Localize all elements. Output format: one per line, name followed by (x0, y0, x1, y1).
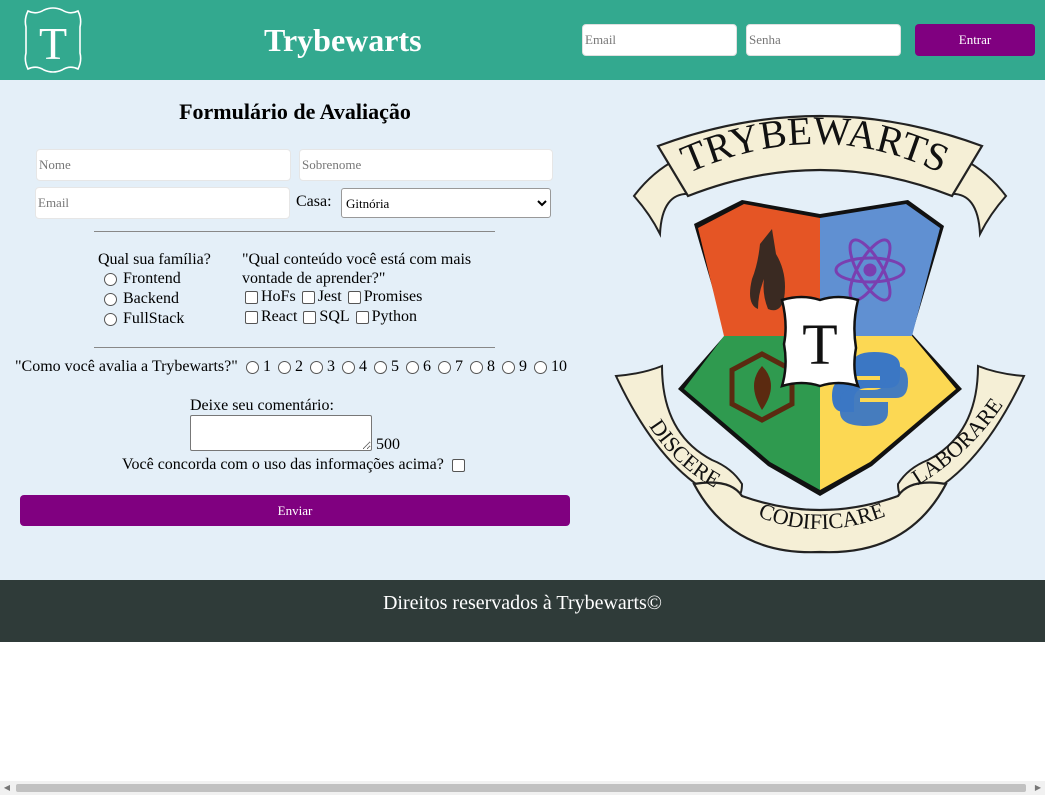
content-row-2: React SQL Python (245, 307, 417, 327)
rating-option-9[interactable]: 9 (502, 358, 527, 376)
family-label: FullStack (123, 310, 185, 327)
site-title: Trybewarts (264, 22, 422, 58)
content-checkbox[interactable] (303, 310, 317, 324)
logo-letter: T (39, 18, 67, 69)
content-option-react[interactable]: React (245, 307, 297, 327)
form-title: Formulário de Avaliação (179, 99, 411, 124)
family-label: Backend (123, 290, 179, 307)
rating-radio[interactable] (470, 360, 483, 374)
scroll-left-icon[interactable]: ◀ (0, 781, 14, 795)
footer-text: Direitos reservados à Trybewarts© (382, 592, 663, 614)
content-checkbox[interactable] (347, 290, 361, 304)
content-checkbox[interactable] (245, 310, 258, 324)
content-label: Python (371, 308, 417, 325)
rating-radio[interactable] (438, 360, 451, 374)
footer: Direitos reservados à Trybewarts© (0, 580, 1045, 642)
rating-label: 6 (423, 358, 431, 375)
login-password-input[interactable] (746, 24, 901, 56)
content-label: React (261, 308, 298, 325)
horizontal-scrollbar[interactable]: ◀ ▶ (0, 781, 1045, 795)
content-checkbox[interactable] (301, 290, 315, 304)
family-radio[interactable] (104, 272, 117, 286)
comment-textarea[interactable] (190, 415, 372, 451)
rating-option-3[interactable]: 3 (310, 358, 335, 376)
rating-options: 1 2 3 4 5 6 7 8 9 10 (246, 358, 574, 376)
rating-radio[interactable] (342, 360, 355, 374)
rating-radio[interactable] (310, 360, 323, 374)
rating-option-6[interactable]: 6 (406, 358, 431, 376)
rating-option-2[interactable]: 2 (278, 358, 303, 376)
rating-radio[interactable] (406, 360, 419, 374)
rating-radio[interactable] (534, 360, 547, 374)
rating-radio[interactable] (278, 360, 291, 374)
rating-option-5[interactable]: 5 (374, 358, 399, 376)
content-question-line1: "Qual conteúdo você está com mais (242, 251, 472, 268)
content-label: SQL (319, 308, 350, 325)
rating-question: "Como você avalia a Trybewarts?" (15, 358, 238, 375)
email-input[interactable] (35, 187, 290, 219)
char-counter: 500 (376, 436, 400, 453)
rating-label: 5 (391, 358, 399, 375)
rating-option-4[interactable]: 4 (342, 358, 367, 376)
content-label: Promises (363, 288, 423, 305)
rating-label: 7 (455, 358, 463, 375)
family-label: Frontend (123, 270, 181, 287)
comment-label: Deixe seu comentário: (190, 397, 334, 414)
family-question: Qual sua família? (98, 251, 211, 268)
scrollbar-thumb[interactable] (16, 784, 1026, 792)
content-option-jest[interactable]: Jest (301, 287, 342, 307)
main-content: Formulário de Avaliação Casa: Gitnória Q… (0, 80, 1045, 580)
rating-label: 8 (487, 358, 495, 375)
divider (94, 347, 495, 348)
content-label: Jest (317, 288, 342, 305)
crest-center-letter: T (802, 312, 837, 377)
rating-option-7[interactable]: 7 (438, 358, 463, 376)
rating-radio[interactable] (502, 360, 515, 374)
rating-option-1[interactable]: 1 (246, 358, 271, 376)
trybewarts-logo: T (24, 7, 82, 73)
family-option-backend[interactable]: Backend (104, 289, 179, 309)
login-email-input[interactable] (582, 24, 737, 56)
rating-label: 2 (295, 358, 303, 375)
trybewarts-crest: TRYBEWARTS T DISCERE CODIFICARE LABORARE (614, 108, 1026, 554)
agreement-option[interactable]: Você concorda com o uso das informações … (122, 456, 468, 474)
family-option-frontend[interactable]: Frontend (104, 269, 181, 289)
content-option-promises[interactable]: Promises (347, 287, 423, 307)
header: T Trybewarts Entrar (0, 0, 1045, 80)
content-checkbox[interactable] (245, 290, 258, 304)
house-label: Casa: (296, 193, 332, 210)
family-radio[interactable] (104, 312, 117, 326)
name-input[interactable] (36, 149, 291, 181)
rating-label: 10 (551, 358, 567, 375)
lastname-input[interactable] (299, 149, 553, 181)
rating-option-8[interactable]: 8 (470, 358, 495, 376)
content-row-1: HoFs Jest Promises (245, 287, 422, 307)
family-option-fullstack[interactable]: FullStack (104, 309, 184, 329)
rating-radio[interactable] (246, 360, 259, 374)
crest-motto-left: DISCERE (645, 414, 725, 492)
rating-label: 1 (263, 358, 271, 375)
scroll-right-icon[interactable]: ▶ (1031, 781, 1045, 795)
house-select[interactable]: Gitnória (341, 188, 551, 218)
rating-option-10[interactable]: 10 (534, 358, 567, 376)
content-checkbox[interactable] (355, 310, 369, 324)
rating-label: 4 (359, 358, 367, 375)
rating-radio[interactable] (374, 360, 387, 374)
content-label: HoFs (261, 288, 296, 305)
content-option-hofs[interactable]: HoFs (245, 287, 296, 307)
agreement-label: Você concorda com o uso das informações … (122, 456, 444, 473)
divider (94, 231, 495, 232)
rating-label: 3 (327, 358, 335, 375)
rating-label: 9 (519, 358, 527, 375)
login-button[interactable]: Entrar (915, 24, 1035, 56)
content-option-sql[interactable]: SQL (303, 307, 350, 327)
agreement-checkbox[interactable] (451, 458, 465, 472)
content-question-line2: vontade de aprender?" (242, 270, 386, 287)
content-option-python[interactable]: Python (355, 307, 417, 327)
family-radio[interactable] (104, 292, 117, 306)
submit-button[interactable]: Enviar (20, 495, 570, 526)
